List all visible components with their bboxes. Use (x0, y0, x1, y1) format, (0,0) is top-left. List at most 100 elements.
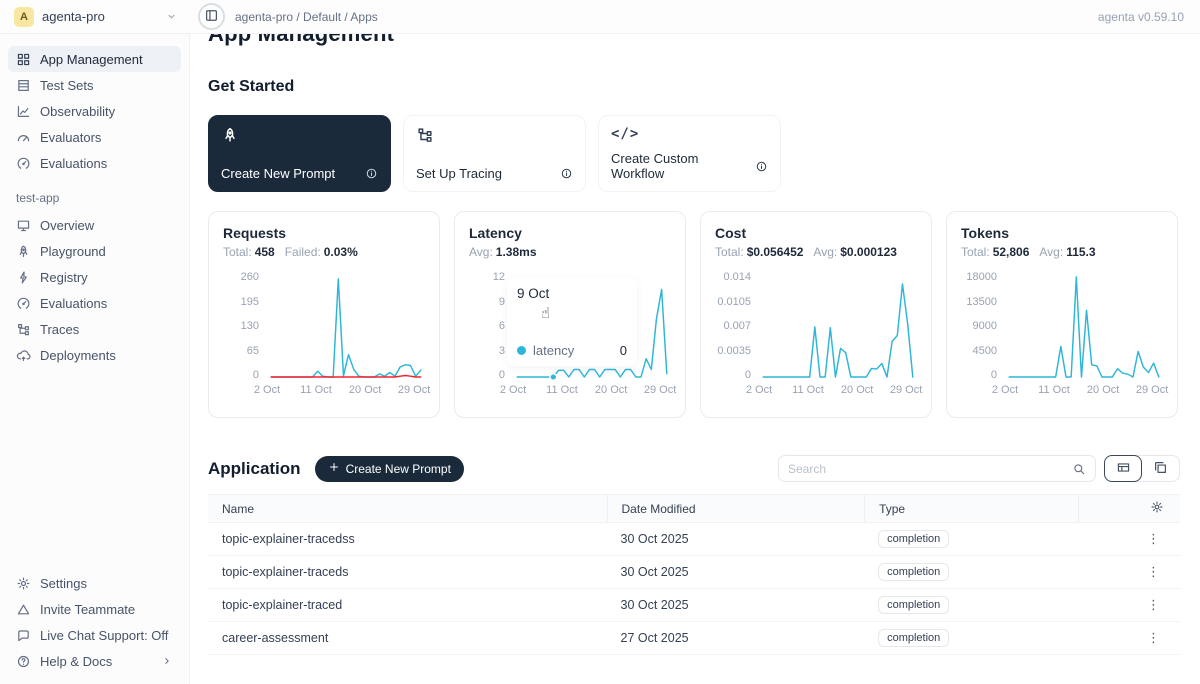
table-row[interactable]: career-assessment27 Oct 2025completion⋮ (208, 622, 1180, 655)
column-header-type[interactable]: Type (864, 495, 1078, 522)
sidebar-item-footer-help-docs[interactable]: Help & Docs (8, 648, 181, 674)
breadcrumb[interactable]: agenta-pro / Default / Apps (235, 10, 378, 24)
get-started-card-create-new-prompt[interactable]: Create New Prompt (208, 115, 391, 192)
x-tick-label: 29 Oct (644, 384, 676, 396)
cell-date-modified: 27 Oct 2025 (607, 631, 865, 645)
chart-card-cost: CostTotal:$0.056452Avg:$0.0001230.0140.0… (700, 211, 932, 418)
x-axis: 2 Oct11 Oct20 Oct29 Oct (267, 384, 425, 399)
sidebar-item-label: Invite Teammate (40, 602, 135, 617)
chart-title: Latency (469, 225, 671, 241)
test-sets-icon (16, 78, 31, 93)
sidebar-item-label: Traces (40, 322, 79, 337)
chart-stat: Total:$0.056452 (715, 245, 803, 259)
row-menu-button[interactable]: ⋮ (1092, 531, 1180, 547)
x-tick-label: 29 Oct (890, 384, 922, 396)
chart-stat: Avg:1.38ms (469, 245, 537, 259)
get-started-card-create-custom-workflow[interactable]: </> Create Custom Workflow (598, 115, 781, 192)
tooltip-date: 9 Oct (517, 286, 627, 301)
code-icon: </> (611, 126, 639, 142)
y-tick-label: 195 (241, 296, 259, 308)
info-icon[interactable] (560, 167, 573, 180)
sidebar-item-app-playground[interactable]: Playground (8, 238, 181, 264)
column-header-date-modified[interactable]: Date Modified (607, 495, 865, 522)
sidebar-item-app-overview[interactable]: Overview (8, 212, 181, 238)
type-badge: completion (878, 530, 949, 548)
y-tick-label: 13500 (966, 296, 997, 308)
sidebar-collapse-button[interactable] (198, 3, 225, 30)
sidebar-item-footer-live-chat-support-off[interactable]: Live Chat Support: Off (8, 622, 181, 648)
sidebar-item-footer-invite-teammate[interactable]: Invite Teammate (8, 596, 181, 622)
gear-icon[interactable] (1150, 500, 1164, 517)
y-tick-label: 18000 (966, 271, 997, 283)
sidebar-item-observability[interactable]: Observability (8, 98, 181, 124)
table-row[interactable]: topic-explainer-traceds30 Oct 2025comple… (208, 556, 1180, 589)
x-tick-label: 11 Oct (1038, 384, 1070, 396)
workspace-selector[interactable]: A agenta-pro (0, 7, 190, 27)
chart-card-tokens: TokensTotal:52,806Avg:115.31800013500900… (946, 211, 1178, 418)
x-tick-label: 20 Oct (595, 384, 627, 396)
sidebar-item-app-evaluations[interactable]: Evaluations (8, 290, 181, 316)
sidebar-item-label: Evaluations (40, 156, 107, 171)
y-tick-label: 260 (241, 271, 259, 283)
invite-icon (16, 602, 31, 617)
table-row[interactable]: topic-explainer-traced30 Oct 2025complet… (208, 589, 1180, 622)
sidebar-item-app-management[interactable]: App Management (8, 46, 181, 72)
card-view-icon (1153, 460, 1168, 478)
observability-icon (16, 104, 31, 119)
speedometer-icon (16, 156, 31, 171)
y-tick-label: 4500 (973, 345, 997, 357)
create-new-prompt-button[interactable]: Create New Prompt (315, 456, 464, 482)
sidebar-item-label: Live Chat Support: Off (40, 628, 168, 643)
sidebar-item-evaluations[interactable]: Evaluations (8, 150, 181, 176)
lightning-icon (16, 270, 31, 285)
table-row[interactable]: topic-explainer-tracedss30 Oct 2025compl… (208, 523, 1180, 556)
row-menu-button[interactable]: ⋮ (1092, 630, 1180, 646)
sidebar-item-app-traces[interactable]: Traces (8, 316, 181, 342)
x-tick-label: 20 Oct (1087, 384, 1119, 396)
cell-type: completion (864, 530, 1078, 548)
x-tick-label: 2 Oct (992, 384, 1018, 396)
row-menu-button[interactable]: ⋮ (1092, 564, 1180, 580)
chart-stat: Avg:115.3 (1039, 245, 1095, 259)
gauge-icon (16, 130, 31, 145)
sidebar-item-label: Overview (40, 218, 94, 233)
card-view-button[interactable] (1141, 456, 1179, 481)
get-started-title: Get Started (208, 78, 1180, 96)
sidebar-footer-list: Settings Invite Teammate Live Chat Support… (8, 570, 181, 674)
y-tick-label: 0.0105 (717, 296, 751, 308)
x-tick-label: 2 Oct (254, 384, 280, 396)
row-menu-button[interactable]: ⋮ (1092, 597, 1180, 613)
sidebar-item-label: Observability (40, 104, 115, 119)
chart-plot-cost[interactable] (759, 271, 917, 381)
y-axis: 1800013500900045000 (961, 271, 1005, 381)
sidebar-item-footer-settings[interactable]: Settings (8, 570, 181, 596)
chart-stats-row: Avg:1.38ms (469, 245, 671, 259)
table-view-button[interactable] (1104, 455, 1142, 482)
chevron-down-icon (165, 10, 178, 23)
get-started-card-label: Create Custom Workflow (611, 151, 755, 181)
x-tick-label: 11 Oct (546, 384, 578, 396)
applications-table: Name Date Modified Type topic-explainer-… (208, 494, 1180, 655)
sidebar-item-app-deployments[interactable]: Deployments (8, 342, 181, 368)
get-started-card-label: Create New Prompt (221, 166, 335, 181)
chevron-right-icon (161, 655, 173, 667)
info-icon[interactable] (365, 167, 378, 180)
search-input[interactable] (788, 462, 1072, 476)
sidebar-app-list: Overview PlaygroundRegistryEvaluations Tra… (8, 212, 181, 368)
sidebar-item-evaluators[interactable]: Evaluators (8, 124, 181, 150)
sidebar-item-app-registry[interactable]: Registry (8, 264, 181, 290)
y-tick-label: 0.014 (723, 271, 751, 283)
chart-plot-requests[interactable] (267, 271, 425, 381)
application-header: Application Create New Prompt (208, 455, 1180, 482)
get-started-card-set-up-tracing[interactable]: Set Up Tracing (403, 115, 586, 192)
gear-icon (16, 576, 31, 591)
sidebar-item-label: Settings (40, 576, 87, 591)
column-header-name[interactable]: Name (208, 502, 607, 516)
cell-type: completion (864, 629, 1078, 647)
chart-plot-tokens[interactable] (1005, 271, 1163, 381)
tooltip-series-value: 0 (620, 343, 627, 358)
info-icon[interactable] (755, 160, 768, 173)
y-tick-label: 9 (499, 296, 505, 308)
sidebar-item-test-sets[interactable]: Test Sets (8, 72, 181, 98)
sidebar-item-label: Help & Docs (40, 654, 112, 669)
